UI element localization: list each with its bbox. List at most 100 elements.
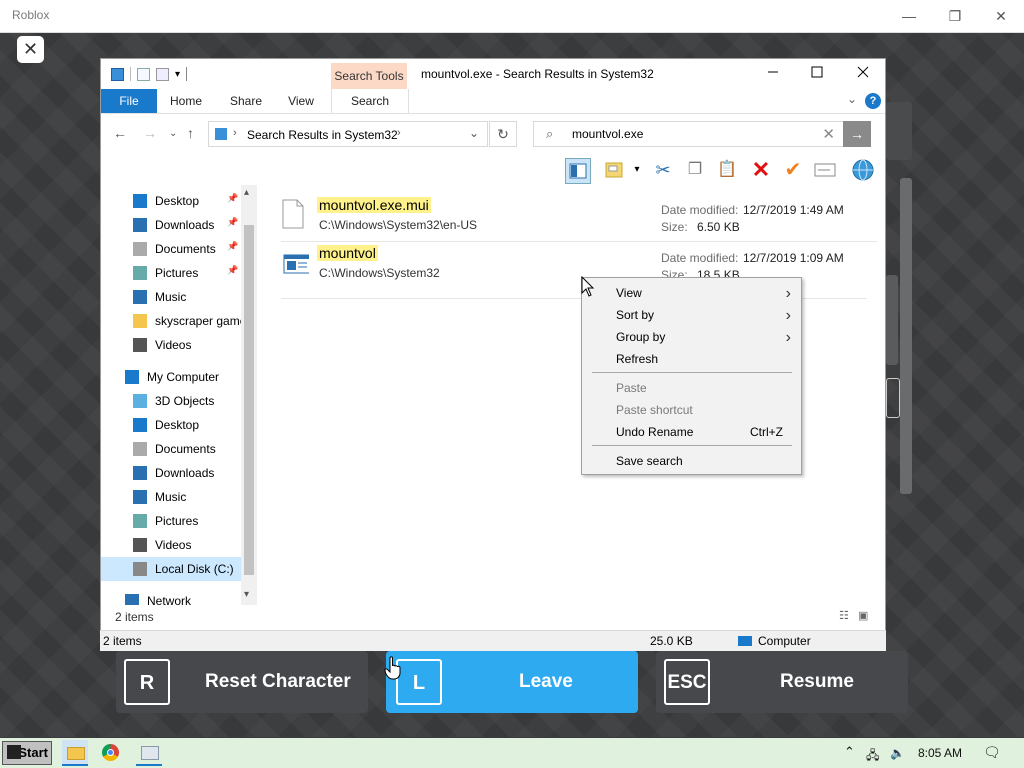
- refresh-button[interactable]: ↻: [489, 121, 517, 147]
- sidebar-item-label: Desktop: [155, 194, 200, 208]
- address-dropdown-icon[interactable]: ⌄: [469, 126, 479, 140]
- breadcrumb[interactable]: Search Results in System32: [247, 128, 398, 142]
- sidebar-item[interactable]: Documents: [101, 437, 241, 461]
- breadcrumb-chevron-icon[interactable]: ›: [233, 127, 237, 139]
- status-location: Computer: [758, 634, 811, 648]
- search-value[interactable]: mountvol.exe: [572, 127, 643, 141]
- sidebar-item[interactable]: 3D Objects: [101, 389, 241, 413]
- sidebar-item[interactable]: Music: [101, 485, 241, 509]
- clock[interactable]: 8:05 AM: [918, 746, 962, 760]
- expand-ribbon-icon[interactable]: ⌄: [847, 92, 857, 106]
- tab-search[interactable]: Search: [331, 89, 409, 113]
- sidebar-item[interactable]: Documents 📌: [101, 237, 241, 261]
- search-input[interactable]: ⌕ mountvol.exe ✕: [533, 121, 844, 147]
- clear-search-icon[interactable]: ✕: [822, 125, 835, 143]
- sidebar-item[interactable]: Local Disk (C:): [101, 557, 241, 581]
- explorer-close-button[interactable]: [843, 62, 883, 86]
- minimize-button[interactable]: —: [897, 6, 921, 26]
- file-row[interactable]: mountvol.exe.mui C:\Windows\System32\en-…: [281, 193, 871, 241]
- sidebar-item[interactable]: Videos: [101, 333, 241, 357]
- tab-file[interactable]: File: [101, 89, 157, 113]
- roblox-title: Roblox: [12, 8, 50, 22]
- large-icons-view-icon[interactable]: ▣: [858, 610, 868, 622]
- layout-icon[interactable]: [603, 158, 627, 182]
- new-folder-icon[interactable]: [156, 67, 169, 81]
- close-button[interactable]: ✕: [989, 6, 1013, 26]
- file-name[interactable]: mountvol.exe.mui: [317, 197, 431, 213]
- forward-button[interactable]: →: [143, 125, 157, 141]
- view-mode-icons: ☷ ▣: [839, 609, 868, 622]
- navigation-scrollbar[interactable]: ▴ ▾: [241, 185, 257, 605]
- customize-qat-icon[interactable]: ▾: [175, 69, 180, 80]
- search-go-button[interactable]: →: [843, 121, 871, 147]
- show-hidden-icons-icon[interactable]: ⌃: [844, 744, 855, 760]
- sidebar-item[interactable]: Music: [101, 285, 241, 309]
- taskbar: Start ⌃ 🖧 🔈 8:05 AM 🗨: [0, 738, 1024, 768]
- sidebar-item[interactable]: My Computer: [101, 365, 241, 389]
- navigation-scroll-thumb[interactable]: [244, 225, 254, 575]
- sidebar-item[interactable]: Pictures 📌: [101, 261, 241, 285]
- sidebar-item[interactable]: Pictures: [101, 509, 241, 533]
- sidebar-item[interactable]: Videos: [101, 533, 241, 557]
- file-explorer-taskbar-icon[interactable]: [62, 740, 88, 766]
- game-scrollbar[interactable]: [900, 178, 912, 494]
- tab-view[interactable]: View: [281, 89, 321, 113]
- context-menu-item[interactable]: Save search: [616, 454, 796, 468]
- context-menu-item[interactable]: Sort by: [616, 308, 796, 322]
- help-icon[interactable]: ?: [865, 93, 881, 109]
- sidebar-item[interactable]: Desktop 📌: [101, 189, 241, 213]
- checkmark-icon[interactable]: ✔: [781, 158, 805, 182]
- sidebar-item[interactable]: Network: [101, 589, 241, 605]
- sidebar-item[interactable]: Desktop: [101, 413, 241, 437]
- globe-icon[interactable]: [851, 158, 875, 182]
- paste-icon[interactable]: 📋: [715, 158, 739, 182]
- start-button[interactable]: Start: [2, 741, 52, 765]
- properties-icon[interactable]: [137, 67, 150, 81]
- delete-icon[interactable]: ✕: [749, 158, 773, 182]
- address-bar[interactable]: › Search Results in System32 › ⌄: [208, 121, 488, 147]
- volume-icon[interactable]: 🔈: [890, 746, 905, 760]
- explorer-maximize-button[interactable]: [797, 62, 837, 86]
- restore-button[interactable]: ❐: [943, 6, 967, 26]
- scroll-up-icon[interactable]: ▴: [244, 187, 249, 198]
- app-taskbar-icon[interactable]: [136, 740, 162, 766]
- row-divider: [281, 241, 877, 242]
- date-modified-label: Date modified:: [661, 203, 739, 217]
- context-menu-item[interactable]: Refresh: [616, 352, 796, 366]
- notifications-icon[interactable]: 🗨: [983, 744, 1001, 761]
- tab-home[interactable]: Home: [163, 89, 209, 113]
- back-button[interactable]: ←: [113, 125, 127, 141]
- breadcrumb-chevron-icon[interactable]: ›: [397, 127, 401, 139]
- chrome-icon[interactable]: [102, 744, 119, 761]
- date-modified-label: Date modified:: [661, 251, 739, 265]
- sidebar-item[interactable]: skyscraper game: [101, 309, 246, 333]
- rename-icon[interactable]: [813, 158, 837, 182]
- sidebar-item-label: Pictures: [155, 514, 199, 528]
- context-menu-item[interactable]: Group by: [616, 330, 796, 344]
- music-icon: [133, 490, 147, 504]
- sidebar-item[interactable]: Downloads: [101, 461, 241, 485]
- reset-character-label: Reset Character: [205, 671, 351, 692]
- copy-icon[interactable]: ❐: [683, 158, 707, 182]
- network-icon[interactable]: 🖧: [866, 746, 879, 767]
- layout-dropdown-icon[interactable]: ▾: [625, 158, 649, 182]
- scroll-down-icon[interactable]: ▾: [244, 589, 249, 600]
- explorer-minimize-button[interactable]: [753, 62, 793, 86]
- status-items: 2 items: [103, 634, 142, 648]
- cut-icon[interactable]: ✂: [651, 158, 675, 182]
- leave-button[interactable]: L Leave: [386, 651, 638, 713]
- close-menu-button[interactable]: ✕: [17, 36, 44, 63]
- game-side-panel: [886, 102, 912, 160]
- up-button[interactable]: ↑: [187, 125, 194, 141]
- context-menu-item[interactable]: View: [616, 286, 796, 300]
- sidebar-item[interactable]: Downloads 📌: [101, 213, 241, 237]
- file-name[interactable]: mountvol: [317, 245, 378, 261]
- items-count: 2 items: [115, 610, 154, 624]
- reset-character-button[interactable]: R Reset Character: [116, 651, 368, 713]
- context-menu-item-label: Save search: [616, 454, 683, 468]
- tab-share[interactable]: Share: [223, 89, 269, 113]
- details-view-icon[interactable]: ☷: [839, 610, 849, 622]
- resume-button[interactable]: ESC Resume: [656, 651, 908, 713]
- recent-locations-icon[interactable]: ⌄: [169, 128, 177, 139]
- preview-pane-icon[interactable]: [565, 158, 591, 184]
